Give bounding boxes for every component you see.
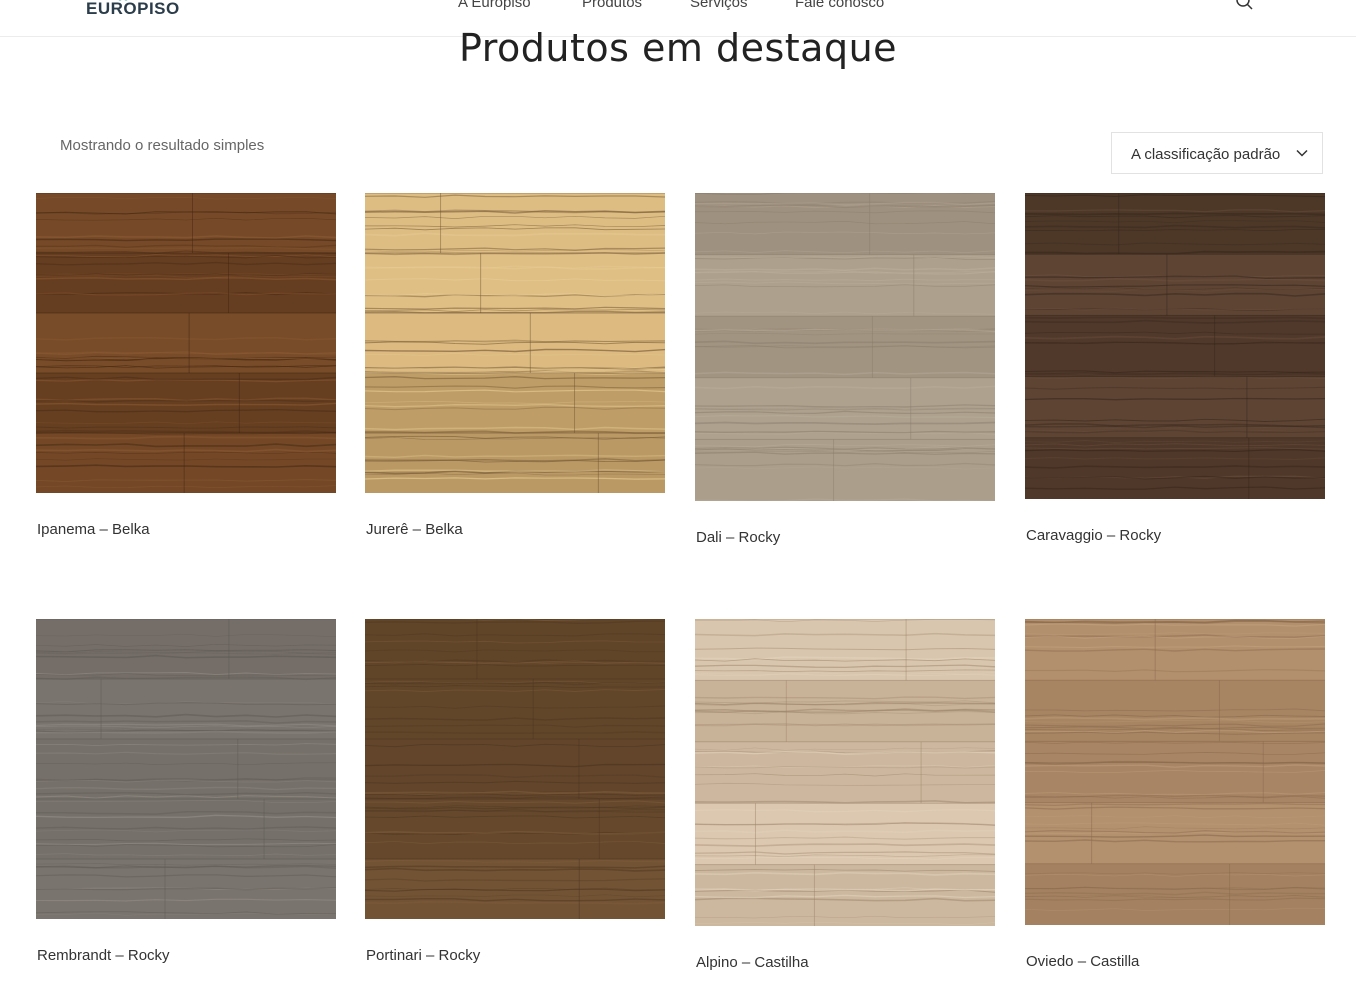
product-image[interactable] xyxy=(1025,193,1325,499)
main-nav: A Europiso Produtos Serviços Fale conosc… xyxy=(0,0,1356,14)
product-image[interactable] xyxy=(695,193,995,501)
product-title[interactable]: Ipanema – Belka xyxy=(37,521,150,538)
product-title[interactable]: Dali – Rocky xyxy=(696,529,780,546)
page-title: Produtos em destaque xyxy=(458,26,898,70)
wood-texture xyxy=(36,619,336,919)
wood-texture xyxy=(365,619,665,919)
product-image[interactable] xyxy=(1025,619,1325,925)
product-image[interactable] xyxy=(36,193,336,493)
wood-texture xyxy=(1025,619,1325,925)
search-icon[interactable] xyxy=(1234,0,1254,12)
result-count: Mostrando o resultado simples xyxy=(60,137,265,154)
product-title[interactable]: Oviedo – Castilla xyxy=(1026,953,1139,970)
nav-item-a-europiso[interactable]: A Europiso xyxy=(458,0,531,11)
product-title[interactable]: Alpino – Castilha xyxy=(696,954,809,971)
product-title[interactable]: Caravaggio – Rocky xyxy=(1026,527,1161,544)
wood-texture xyxy=(695,619,995,926)
wood-texture xyxy=(1025,193,1325,499)
product-image[interactable] xyxy=(695,619,995,926)
product-title[interactable]: Portinari – Rocky xyxy=(366,947,480,964)
product-title[interactable]: Rembrandt – Rocky xyxy=(37,947,170,964)
product-image[interactable] xyxy=(365,619,665,919)
wood-texture xyxy=(365,193,665,493)
product-title[interactable]: Jurerê – Belka xyxy=(366,521,463,538)
chevron-down-icon xyxy=(1296,149,1308,157)
product-image[interactable] xyxy=(36,619,336,919)
nav-item-produtos[interactable]: Produtos xyxy=(582,0,642,11)
nav-item-fale-conosco[interactable]: Fale conosco xyxy=(795,0,884,11)
wood-texture xyxy=(36,193,336,493)
sort-select[interactable]: A classificação padrão xyxy=(1111,132,1323,174)
nav-item-servicos[interactable]: Serviços xyxy=(690,0,748,11)
sort-selected-value: A classificação padrão xyxy=(1131,146,1281,163)
product-image[interactable] xyxy=(365,193,665,493)
wood-texture xyxy=(695,193,995,501)
